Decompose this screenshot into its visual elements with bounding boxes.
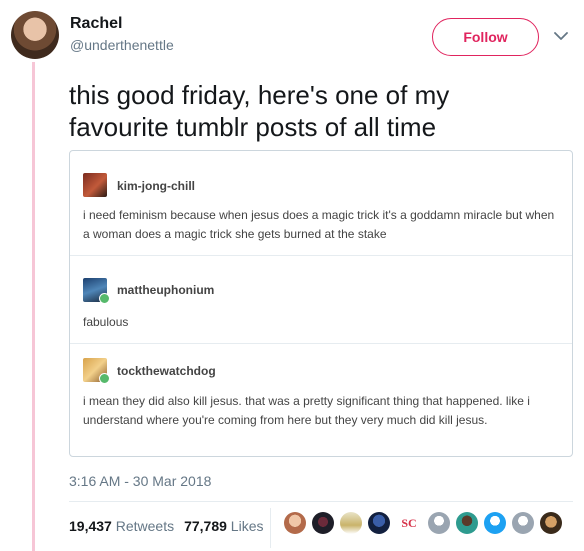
retweets-count: 19,437	[69, 518, 112, 534]
likes-stat[interactable]: 77,789 Likes	[184, 518, 263, 534]
tweet-text: this good friday, here's one of my favou…	[69, 80, 450, 142]
author-avatar[interactable]	[11, 11, 59, 59]
post-body: i mean they did also kill jesus. that wa…	[83, 394, 530, 427]
likes-count: 77,789	[184, 518, 227, 534]
tumblr-post: kim-jong-chill i need feminism because w…	[70, 151, 572, 255]
liker-avatar[interactable]	[340, 512, 362, 534]
follow-button[interactable]: Follow	[432, 18, 539, 56]
liker-avatar[interactable]	[368, 512, 390, 534]
post-body: i need feminism because when jesus does …	[83, 208, 555, 241]
embedded-tumblr-card: kim-jong-chill i need feminism because w…	[69, 150, 573, 457]
liker-avatar[interactable]	[428, 512, 450, 534]
follow-badge-icon	[99, 373, 110, 384]
stats-separator	[270, 508, 271, 548]
tweet-timestamp[interactable]: 3:16 AM - 30 Mar 2018	[69, 473, 211, 489]
post-username[interactable]: tockthewatchdog	[117, 364, 216, 378]
likes-label: Likes	[230, 518, 264, 534]
divider	[69, 501, 573, 502]
liker-avatar[interactable]	[484, 512, 506, 534]
liker-avatar[interactable]	[284, 512, 306, 534]
post-username[interactable]: mattheuphonium	[117, 283, 214, 297]
liker-avatar[interactable]: SC	[396, 512, 422, 534]
retweets-label: Retweets	[115, 518, 175, 534]
thread-line	[32, 62, 35, 551]
liker-avatar[interactable]	[512, 512, 534, 534]
liker-avatar[interactable]	[312, 512, 334, 534]
author-name[interactable]: Rachel	[70, 15, 122, 33]
liker-avatar[interactable]	[540, 512, 562, 534]
chevron-down-icon[interactable]	[551, 26, 571, 46]
author-handle[interactable]: @underthenettle	[70, 37, 174, 53]
tumblr-post: tockthewatchdog i mean they did also kil…	[70, 343, 572, 456]
follow-badge-icon	[99, 293, 110, 304]
retweets-stat[interactable]: 19,437 Retweets	[69, 518, 174, 534]
liker-avatars: SC	[284, 512, 562, 534]
liker-avatar[interactable]	[456, 512, 478, 534]
post-body: fabulous	[83, 315, 129, 329]
tweet-stats: 19,437 Retweets 77,789 Likes	[69, 518, 263, 534]
tumblr-post: mattheuphonium fabulous	[70, 255, 572, 343]
post-avatar[interactable]	[83, 173, 107, 197]
post-username[interactable]: kim-jong-chill	[117, 179, 195, 193]
